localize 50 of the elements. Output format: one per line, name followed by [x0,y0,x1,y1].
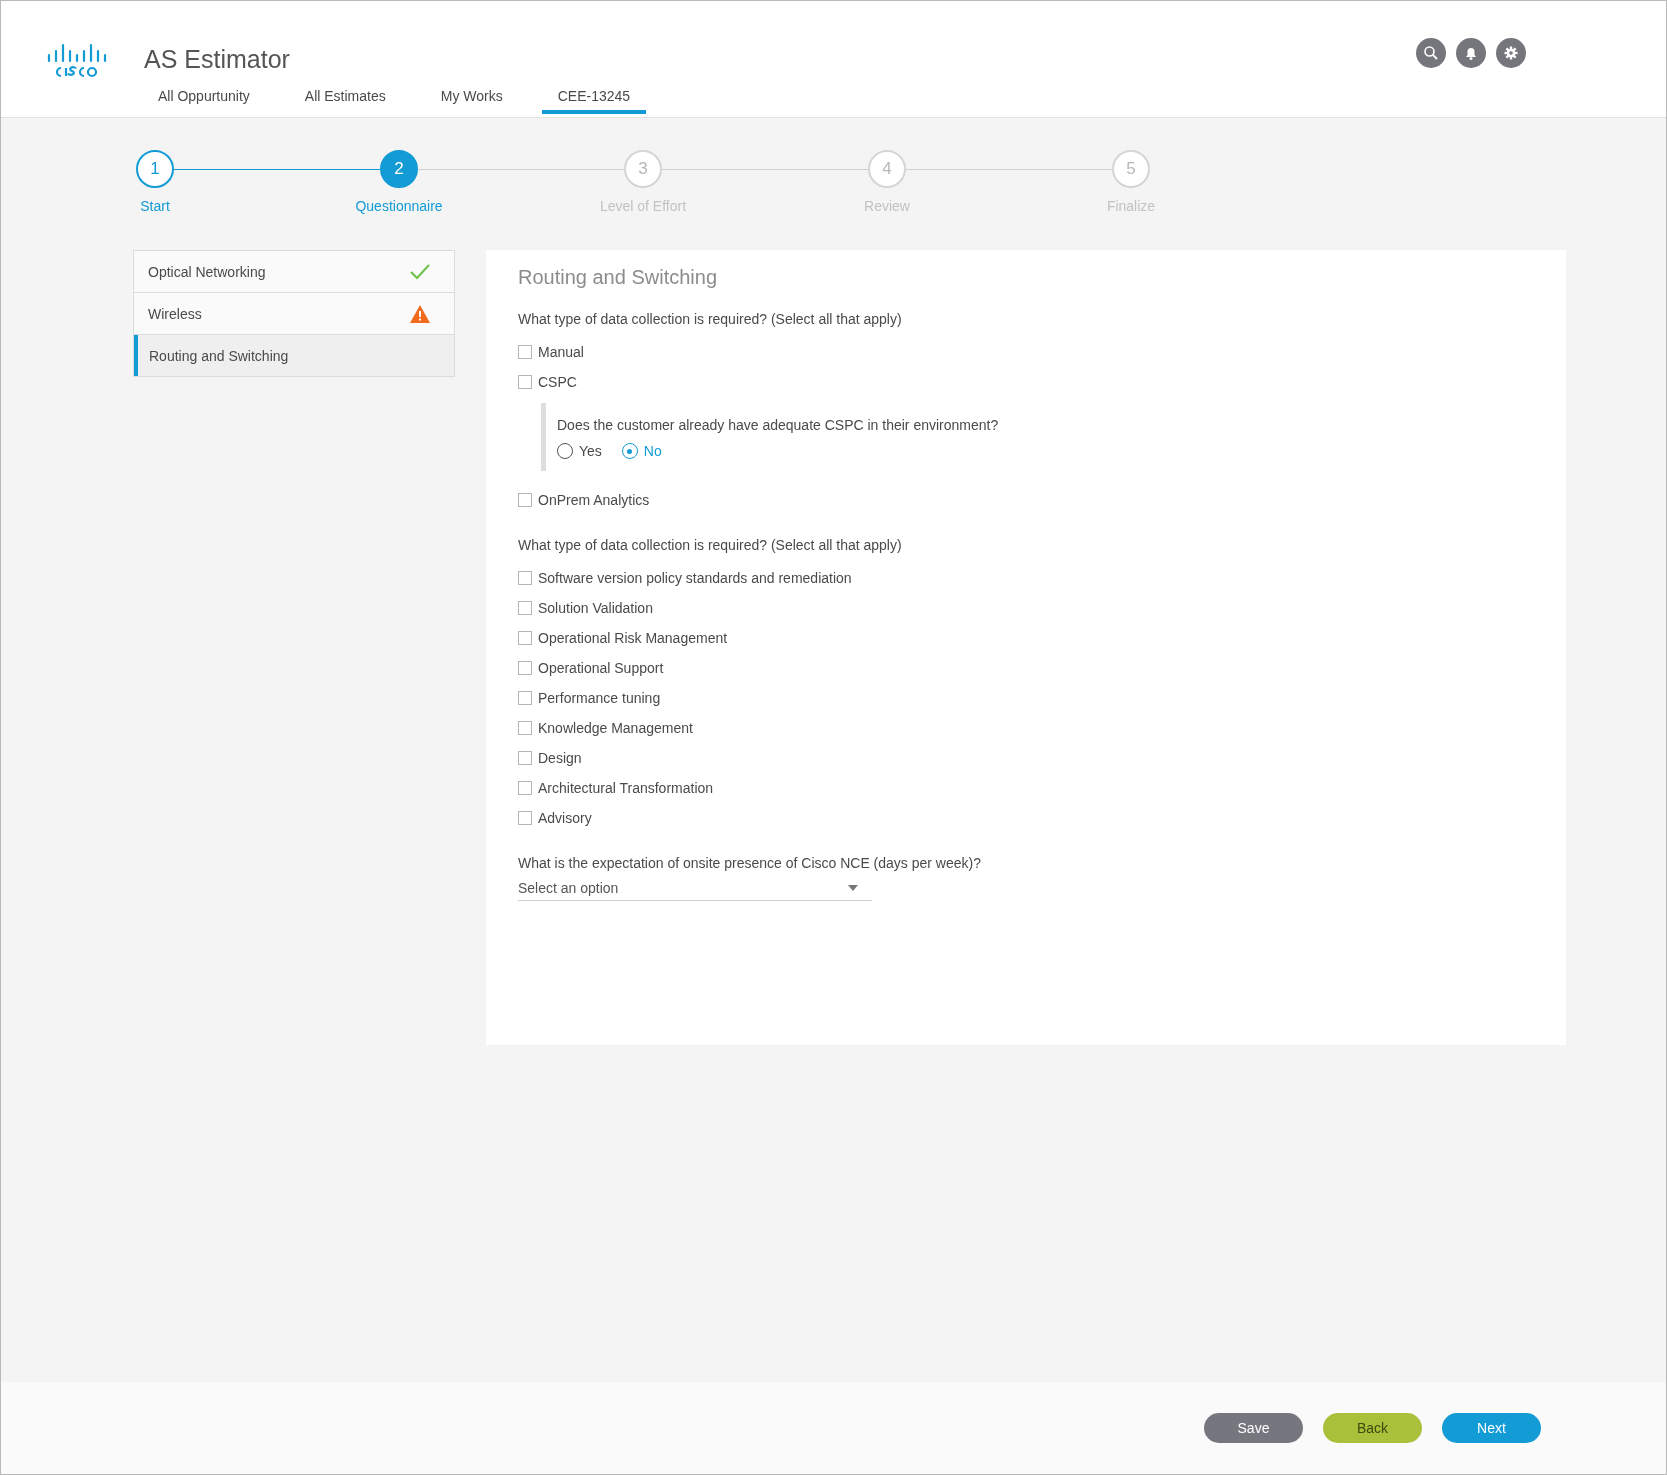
checkbox[interactable] [518,691,532,705]
option-label: Operational Risk Management [538,630,728,646]
save-button[interactable]: Save [1204,1413,1303,1443]
option-label: CSPC [538,374,577,390]
nav-tab[interactable]: All Oppurtunity [142,84,266,114]
back-button[interactable]: Back [1323,1413,1422,1443]
option-label: Architectural Transformation [538,780,714,796]
question-text: What type of data collection is required? (Select all that apply) [518,311,903,327]
caret-icon [848,884,858,891]
step-label: Questionnaire [355,198,443,214]
option-label: Operational Support [538,660,664,676]
option-label: Design [538,750,582,766]
app-title: AS Estimator [144,45,291,74]
bell-icon[interactable] [1456,38,1486,68]
panel-title: Routing and Switching [518,266,718,289]
option-label: Knowledge Management [538,720,693,736]
checkbox[interactable] [518,781,532,795]
option-label: Advisory [538,810,592,826]
checkbox[interactable] [518,571,532,585]
section-label: Optical Networking [148,263,266,280]
section-label: Routing and Switching [149,347,289,364]
checkbox[interactable] [518,375,532,389]
checkbox[interactable] [518,631,532,645]
checkbox[interactable] [518,751,532,765]
nav-tab[interactable]: CEE-13245 [541,84,647,114]
radio-label: Yes [579,443,602,459]
checkbox[interactable] [518,811,532,825]
question-text: Does the customer already have adequate CSPC in their environment? [557,417,1000,433]
question-text: What type of data collection is required? (Select all that apply) [518,537,903,553]
step-label: Start [140,198,170,214]
checkbox[interactable] [518,721,532,735]
section-item[interactable]: Routing and Switching [134,335,454,376]
checkbox[interactable] [518,345,532,359]
nav-tab[interactable]: All Estimates [288,84,402,114]
option-label: Manual [538,344,584,360]
cisco-logo-drawing [47,43,109,79]
option-label: Software version policy standards and remediation [538,570,852,586]
select-dropdown[interactable]: Select an option [518,875,872,901]
checkbox[interactable] [518,601,532,615]
checkbox[interactable] [518,493,532,507]
option-label: Solution Validation [538,600,653,616]
search-icon[interactable] [1416,38,1446,68]
checkbox[interactable] [518,661,532,675]
section-label: Wireless [148,305,202,322]
option-label: OnPrem Analytics [538,492,650,508]
settings-icon[interactable] [1496,38,1526,68]
option-label: Performance tuning [538,690,661,706]
question-text: What is the expectation of onsite presence of Cisco NCE (days per week)? [518,855,982,871]
radio-label: No [643,443,662,459]
nav-tab[interactable]: My Works [424,84,519,114]
